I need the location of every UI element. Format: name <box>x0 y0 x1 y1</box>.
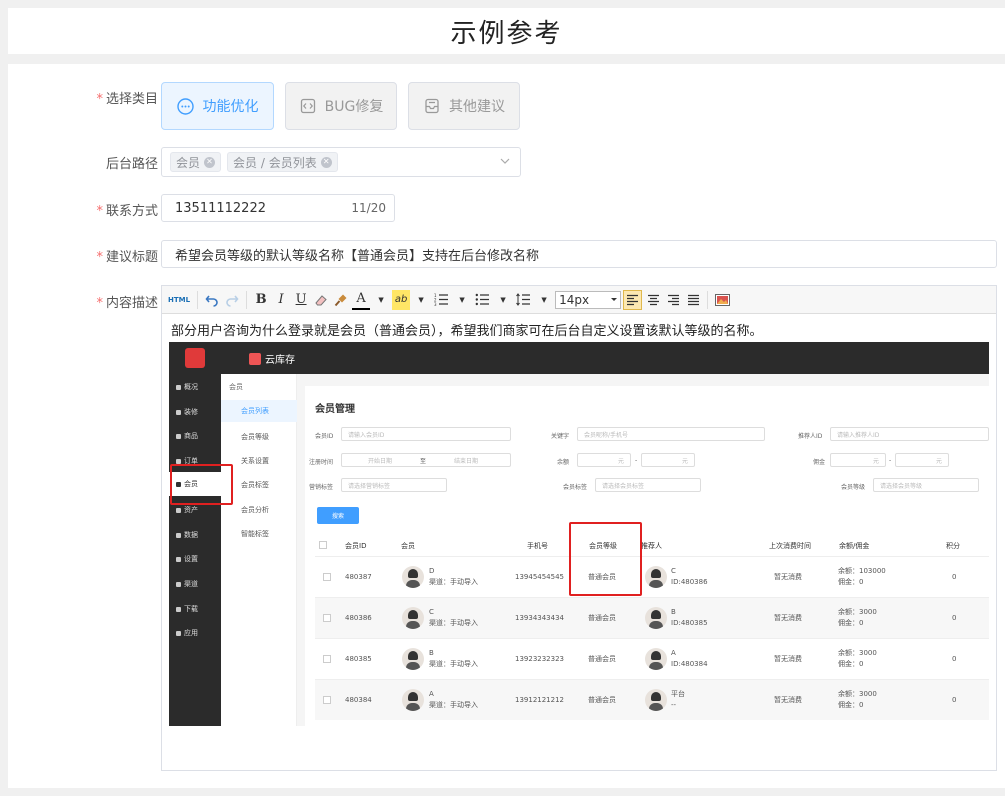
char-counter: 11/20 <box>351 201 386 215</box>
nav-item: 资产 <box>176 505 198 515</box>
contact-label: * 联系方式 <box>96 204 158 219</box>
embedded-screenshot: 云库存 概况 装修 商品 订单 会员 资产 数据 设置 渠道 下载 应用 会员 … <box>169 342 989 726</box>
unordered-list-icon[interactable] <box>473 290 492 310</box>
chevron-down-icon <box>500 158 510 164</box>
bg-color-button[interactable]: ab <box>392 289 411 310</box>
app-submenu: 会员 会员列表 会员等级 关系设置 会员标签 会员分析 智能标签 <box>221 374 297 726</box>
suggestion-title-input[interactable]: 希望会员等级的默认等级名称【普通会员】支持在后台修改名称 <box>161 240 997 268</box>
level-filter: 请选择会员等级 <box>873 478 979 492</box>
submenu-item: 会员标签 <box>241 481 269 489</box>
redo-icon[interactable] <box>223 290 241 310</box>
nav-item: 数据 <box>176 530 198 540</box>
nav-item: 设置 <box>176 554 198 564</box>
nav-item: 商品 <box>176 431 198 441</box>
content-text: 部分用户咨询为什么登录就是会员（普通会员），希望我们商家可在后台自定义设置该默认… <box>171 324 763 339</box>
reg-time-filter: 开始日期至结束日期 <box>341 453 511 467</box>
avatar <box>402 689 424 711</box>
path-label: 后台路径 <box>105 157 158 172</box>
panel-title: 会员管理 <box>315 404 355 415</box>
feedback-form: * 选择类目 功能优化 BUG修复 其他建议 后台路径 会员 ✕ 会员 / 会员列表… <box>8 64 1005 788</box>
category-other-button[interactable]: 其他建议 <box>408 82 520 130</box>
search-button: 搜索 <box>317 507 359 524</box>
avatar <box>402 648 424 670</box>
submenu-item: 会员分析 <box>241 506 269 514</box>
balance-max: 元 <box>641 453 695 467</box>
store-icon <box>249 352 261 365</box>
contact-input[interactable]: 13511112222 11/20 <box>161 194 395 222</box>
nav-item: 应用 <box>176 628 198 638</box>
avatar <box>402 607 424 629</box>
nav-item: 概况 <box>176 382 198 392</box>
align-center-icon[interactable] <box>644 290 662 310</box>
font-color-button[interactable]: A <box>352 290 371 310</box>
category-bug-button[interactable]: BUG修复 <box>285 82 397 130</box>
page-title: 示例参考 <box>8 8 1005 54</box>
member-tag-filter: 请选择会员标签 <box>595 478 701 492</box>
app-sidebar: 概况 装修 商品 订单 会员 资产 数据 设置 渠道 下载 应用 <box>169 374 221 726</box>
path-tag: 会员 / 会员列表 ✕ <box>227 152 338 172</box>
align-right-icon[interactable] <box>664 290 682 310</box>
highlight-box <box>569 522 642 596</box>
commission-min: 元 <box>830 453 886 467</box>
font-size-select[interactable]: 14px <box>555 290 622 309</box>
app-main: 会员管理 会员ID 请输入会员ID 关键字 会员昵称/手机号 推荐人ID 请输入… <box>297 374 989 726</box>
editor-toolbar: HTML B I U A ▼ ab ▼ 123 ▼ ▼ ▼ 14px <box>162 286 996 314</box>
avatar <box>645 689 667 711</box>
undo-icon[interactable] <box>203 290 221 310</box>
line-height-icon[interactable] <box>514 290 533 310</box>
html-source-button[interactable]: HTML <box>166 290 192 310</box>
align-left-icon[interactable] <box>623 289 643 310</box>
svg-text:3: 3 <box>434 302 437 306</box>
italic-button[interactable]: I <box>272 290 290 310</box>
close-icon[interactable]: ✕ <box>320 156 332 168</box>
table-row: 480387 D 渠道：手动导入 13945454545 普通会员 C ID:4… <box>315 556 989 597</box>
eraser-icon[interactable] <box>312 290 330 310</box>
category-label: * 选择类目 <box>96 92 158 107</box>
avatar <box>645 607 667 629</box>
tag-filter: 请选择营销标签 <box>341 478 447 492</box>
submenu-item: 智能标签 <box>241 530 269 538</box>
avatar <box>645 648 667 670</box>
align-justify-icon[interactable] <box>684 290 702 310</box>
close-icon[interactable]: ✕ <box>204 156 216 168</box>
submenu-item: 关系设置 <box>241 457 269 465</box>
ordered-list-icon[interactable]: 123 <box>432 290 451 310</box>
app-logo <box>185 348 205 368</box>
path-tag: 会员 ✕ <box>170 152 222 172</box>
table-row: 480386 C 渠道：手动导入 13934343434 普通会员 B ID:4… <box>315 597 989 638</box>
submenu-item-active: 会员列表 <box>221 400 297 422</box>
image-icon[interactable] <box>713 290 732 310</box>
table-row: 480385 B 渠道：手动导入 13923232323 普通会员 A ID:4… <box>315 638 989 679</box>
nav-item: 装修 <box>176 407 198 417</box>
inbox-icon <box>423 97 441 115</box>
nav-item: 渠道 <box>176 579 198 589</box>
nav-item: 下载 <box>176 604 198 614</box>
content-label: * 内容描述 <box>96 296 158 311</box>
member-id-filter: 请输入会员ID <box>341 427 511 441</box>
bold-button[interactable]: B <box>252 290 270 310</box>
category-feature-button[interactable]: 功能优化 <box>161 82 274 130</box>
format-painter-icon[interactable] <box>332 290 350 310</box>
referrer-filter: 请输入推荐人ID <box>830 427 989 441</box>
app-brand: 云库存 <box>249 351 295 366</box>
underline-button[interactable]: U <box>292 290 310 310</box>
member-panel: 会员管理 会员ID 请输入会员ID 关键字 会员昵称/手机号 推荐人ID 请输入… <box>305 386 989 726</box>
keyword-filter: 会员昵称/手机号 <box>577 427 765 441</box>
commission-max: 元 <box>895 453 949 467</box>
avatar <box>645 566 667 588</box>
suggestion-title-label: * 建议标题 <box>96 250 158 265</box>
path-select[interactable]: 会员 ✕ 会员 / 会员列表 ✕ <box>161 147 521 177</box>
checkbox <box>319 541 327 549</box>
avatar <box>402 566 424 588</box>
code-icon <box>299 97 317 115</box>
rich-text-editor[interactable]: HTML B I U A ▼ ab ▼ 123 ▼ ▼ ▼ 14px 部分用户咨… <box>161 285 997 771</box>
table-row: 480384 A 渠道：手动导入 13912121212 普通会员 平台 -- … <box>315 679 989 720</box>
chat-bubble-icon <box>177 97 195 115</box>
highlight-box <box>170 464 233 505</box>
balance-min: 元 <box>577 453 631 467</box>
submenu-item: 会员等级 <box>241 433 269 441</box>
